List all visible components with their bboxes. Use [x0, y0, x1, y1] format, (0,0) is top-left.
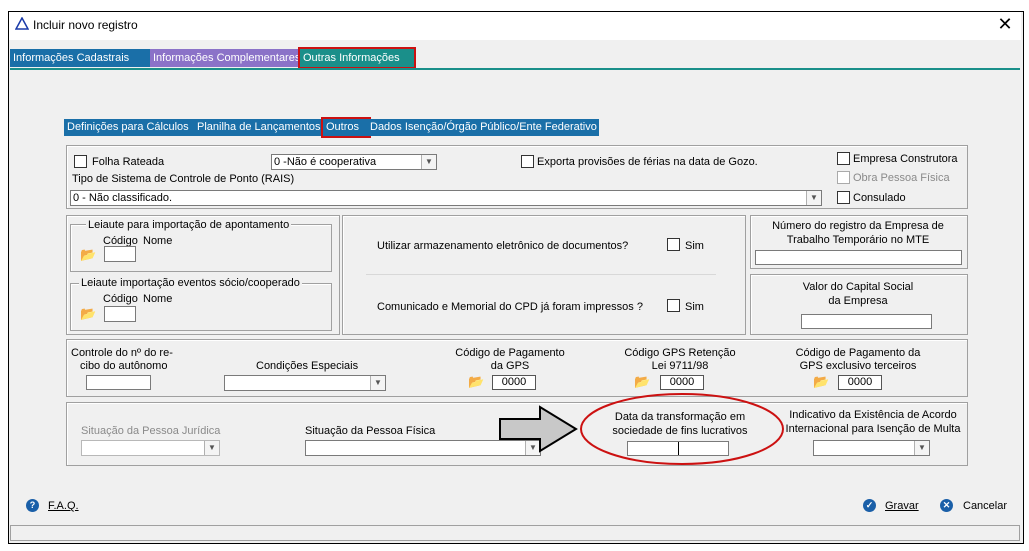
chevron-down-icon: ▼: [204, 441, 219, 455]
tab-definicoes-calculos[interactable]: Definições para Cálculos: [64, 119, 196, 136]
save-button[interactable]: Gravar: [885, 500, 919, 512]
comunicado-sim-checkbox[interactable]: [667, 299, 680, 312]
empresa-construtora-label: Empresa Construtora: [853, 153, 958, 165]
retencao-code-input[interactable]: 0000: [660, 375, 704, 390]
acordo-label-line2: Internacional para Isenção de Multa: [785, 423, 961, 435]
situacao-pj-select[interactable]: ▼: [81, 440, 220, 456]
situacao-pf-label: Situação da Pessoa Física: [305, 425, 436, 437]
close-button[interactable]: ✕: [994, 14, 1016, 36]
chevron-down-icon: ▼: [370, 376, 385, 390]
armazenamento-group: [342, 215, 746, 335]
capital-label-line1: Valor do Capital Social: [802, 281, 914, 293]
apontamento-codigo-input[interactable]: [104, 246, 136, 262]
acordo-label-line1: Indicativo da Existência de Acordo: [789, 409, 957, 421]
folder-icon[interactable]: 📂: [80, 306, 96, 322]
folha-rateada-label: Folha Rateada: [92, 156, 165, 168]
capital-input[interactable]: [801, 314, 932, 329]
controle-label-line2: cibo do autônomo: [80, 360, 168, 372]
status-bar: [10, 525, 1020, 541]
tipo-sistema-select[interactable]: 0 - Não classificado. ▼: [70, 190, 822, 206]
situacao-pj-label: Situação da Pessoa Jurídica: [81, 425, 221, 437]
consulado-label: Consulado: [853, 192, 906, 204]
folder-icon[interactable]: 📂: [468, 374, 484, 390]
gps-code-input[interactable]: 0000: [492, 375, 536, 390]
cooperativa-value: 0 -Não é cooperativa: [274, 156, 377, 168]
tipo-sistema-label: Tipo de Sistema de Controle de Ponto (RA…: [72, 173, 295, 185]
consulado-checkbox[interactable]: [837, 191, 850, 204]
tab-informacoes-complementares[interactable]: Informações Complementares: [150, 49, 301, 67]
armazenamento-sim-label: Sim: [685, 240, 704, 252]
gps-label-line2: da GPS: [490, 360, 530, 372]
tab-informacoes-cadastrais[interactable]: Informações Cadastrais: [10, 49, 153, 67]
obra-pessoa-fisica-checkbox[interactable]: [837, 171, 850, 184]
terceiros-label-line1: Código de Pagamento da: [795, 347, 921, 359]
tipo-sistema-value: 0 - Não classificado.: [73, 192, 173, 204]
acordo-select[interactable]: ▼: [813, 440, 930, 456]
leiaute-apontamento-title: Leiaute para importação de apontamento: [86, 219, 292, 231]
exporta-ferias-checkbox[interactable]: [521, 155, 534, 168]
tab-outros[interactable]: Outros: [321, 117, 371, 138]
controle-input[interactable]: [86, 375, 151, 390]
chevron-down-icon: ▼: [421, 155, 436, 169]
faq-link[interactable]: F.A.Q.: [48, 500, 79, 512]
retencao-label-line2: Lei 9711/98: [651, 360, 709, 372]
codigo-label: Código: [103, 293, 138, 305]
main-tab-underline: [10, 68, 1020, 70]
arrow-annotation: [499, 405, 578, 453]
leiaute-socio-title: Leiaute importação eventos sócio/coopera…: [79, 277, 302, 289]
nome-label: Nome: [143, 293, 173, 305]
condicoes-label: Condições Especiais: [256, 360, 359, 372]
comunicado-label: Comunicado e Memorial do CPD já foram im…: [377, 301, 643, 313]
condicoes-select[interactable]: ▼: [224, 375, 386, 391]
retencao-label-line1: Código GPS Retenção: [624, 347, 736, 359]
folha-rateada-checkbox[interactable]: [74, 155, 87, 168]
help-icon[interactable]: ?: [26, 499, 39, 512]
terceiros-label-line2: GPS exclusivo terceiros: [799, 360, 917, 372]
registro-input[interactable]: [755, 250, 962, 265]
registro-label-line1: Número do registro da Empresa de: [772, 220, 944, 232]
registro-label-line2: Trabalho Temporário no MTE: [786, 234, 930, 246]
controle-label-line1: Controle do nº do re-: [71, 347, 173, 359]
obra-pessoa-fisica-label: Obra Pessoa Física: [853, 172, 950, 184]
cooperativa-select[interactable]: 0 -Não é cooperativa ▼: [271, 154, 437, 170]
window-title: Incluir novo registro: [33, 18, 138, 32]
gps-label-line1: Código de Pagamento: [455, 347, 565, 359]
folder-icon[interactable]: 📂: [80, 247, 96, 263]
comunicado-sim-label: Sim: [685, 301, 704, 313]
terceiros-code-input[interactable]: 0000: [838, 375, 882, 390]
folder-icon[interactable]: 📂: [634, 374, 650, 390]
socio-codigo-input[interactable]: [104, 306, 136, 322]
capital-label-line2: da Empresa: [828, 295, 888, 307]
cancel-icon[interactable]: ✕: [940, 499, 953, 512]
empresa-construtora-checkbox[interactable]: [837, 152, 850, 165]
nome-label: Nome: [143, 235, 173, 247]
divider: [366, 274, 716, 275]
tab-outras-informacoes[interactable]: Outras Informações: [298, 47, 416, 69]
app-icon: [15, 17, 29, 30]
exporta-ferias-label: Exporta provisões de férias na data de G…: [537, 156, 758, 168]
armazenamento-sim-checkbox[interactable]: [667, 238, 680, 251]
cancel-button[interactable]: Cancelar: [963, 500, 1007, 512]
chevron-down-icon: ▼: [914, 441, 929, 455]
title-bar: [9, 12, 1021, 40]
chevron-down-icon: ▼: [806, 191, 821, 205]
armazenamento-label: Utilizar armazenamento eletrônico de doc…: [377, 240, 629, 252]
folder-icon[interactable]: 📂: [813, 374, 829, 390]
highlight-ellipse: [580, 393, 784, 465]
tab-planilha-lancamentos[interactable]: Planilha de Lançamentos: [194, 119, 324, 136]
save-icon[interactable]: ✓: [863, 499, 876, 512]
tab-dados-isencao[interactable]: Dados Isenção/Órgão Público/Ente Federat…: [367, 119, 599, 136]
